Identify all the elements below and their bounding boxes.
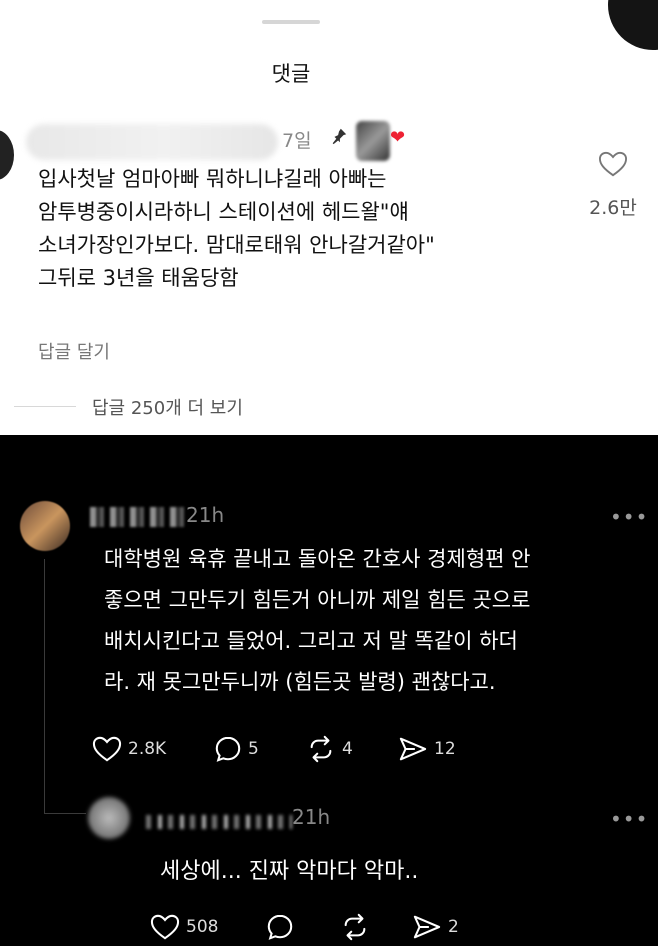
thread-connector-hook [44,813,86,814]
like-count: 508 [186,917,219,937]
commenter-avatar[interactable] [0,130,14,180]
comment-count: 5 [248,739,259,759]
share-count: 12 [434,739,456,759]
like-button[interactable] [590,150,636,182]
pin-icon [330,127,348,150]
post-line: 좋으면 그만두기 힘든거 아니까 제일 힘든 곳으로 [104,588,531,612]
reply-author-avatar[interactable] [88,797,130,839]
share-button[interactable]: 12 [398,735,456,763]
comment-button[interactable]: 5 [214,735,259,763]
heart-icon [598,151,628,177]
post-line: 배치시킨다고 들었어. 그리고 저 말 똑같이 하더 [104,629,518,653]
send-icon [413,915,441,939]
blurred-username [146,815,292,829]
sheet-title: 댓글 [271,62,311,86]
comment-sheet: 댓글 7일 ❤ 입사첫날 엄마아빠 뭐하니냐길래 아빠는 암투병중이시라하니 스… [0,0,658,435]
post-line: 라. 재 못그만두니까 (힘든곳 발령) 괜찮다고. [104,670,496,694]
thread-connector [44,559,45,813]
repost-icon [310,735,332,763]
reply-button[interactable]: 답글 달기 [38,338,110,364]
thread-post: 21h ••• 대학병원 육휴 끝내고 돌아온 간호사 경제형편 안 좋으면 그… [0,435,658,946]
dark-corner [608,0,658,50]
author-avatar[interactable] [20,501,70,551]
share-button[interactable]: 2 [412,913,459,941]
repost-count: 4 [342,739,353,759]
view-more-replies-button[interactable]: 답글 250개 더 보기 [92,394,243,420]
blurred-username [90,507,186,527]
comment-line: 입사첫날 엄마아빠 뭐하니냐길래 아빠는 [38,167,387,191]
post-time: 21h [186,503,225,527]
heart-icon [92,736,122,762]
reply-time: 21h [292,805,331,829]
comment-line: 그뒤로 3년을 태움당함 [38,266,239,290]
repost-icon [344,913,366,941]
like-count: 2.6만 [589,197,637,219]
share-count: 2 [448,917,459,937]
like-button[interactable]: 508 [150,913,218,941]
comment-icon [215,736,241,762]
repost-button[interactable] [340,913,370,941]
more-options-icon[interactable]: ••• [610,807,648,831]
comment-line: 암투병중이시라하니 스테이션에 헤드왈"얘 [38,200,409,224]
blurred-creator-avatar [356,121,390,161]
post-text: 대학병원 육휴 끝내고 돌아온 간호사 경제형편 안 좋으면 그만두기 힘든거 … [104,539,644,703]
divider [14,406,76,407]
reply-text: 세상에... 진짜 악마다 악마.. [160,859,419,884]
send-icon [399,737,427,761]
post-line: 대학병원 육휴 끝내고 돌아온 간호사 경제형편 안 [104,547,531,571]
more-options-icon[interactable]: ••• [610,505,648,529]
comment-time: 7일 [282,130,312,152]
heart-icon [150,914,180,940]
like-count: 2.8K [128,739,167,759]
comment-line: 소녀가장인가보다. 맘대로태워 안나갈거같아" [38,233,435,257]
like-button[interactable]: 2.8K [92,735,166,763]
comment-text: 입사첫날 엄마아빠 뭐하니냐길래 아빠는 암투병중이시라하니 스테이션에 헤드왈… [38,163,578,295]
creator-heart-icon: ❤ [390,127,406,148]
blurred-username [26,124,278,160]
comment-icon [267,914,293,940]
repost-button[interactable]: 4 [306,735,353,763]
sheet-drag-handle[interactable] [262,20,320,24]
comment-button[interactable] [266,913,294,941]
